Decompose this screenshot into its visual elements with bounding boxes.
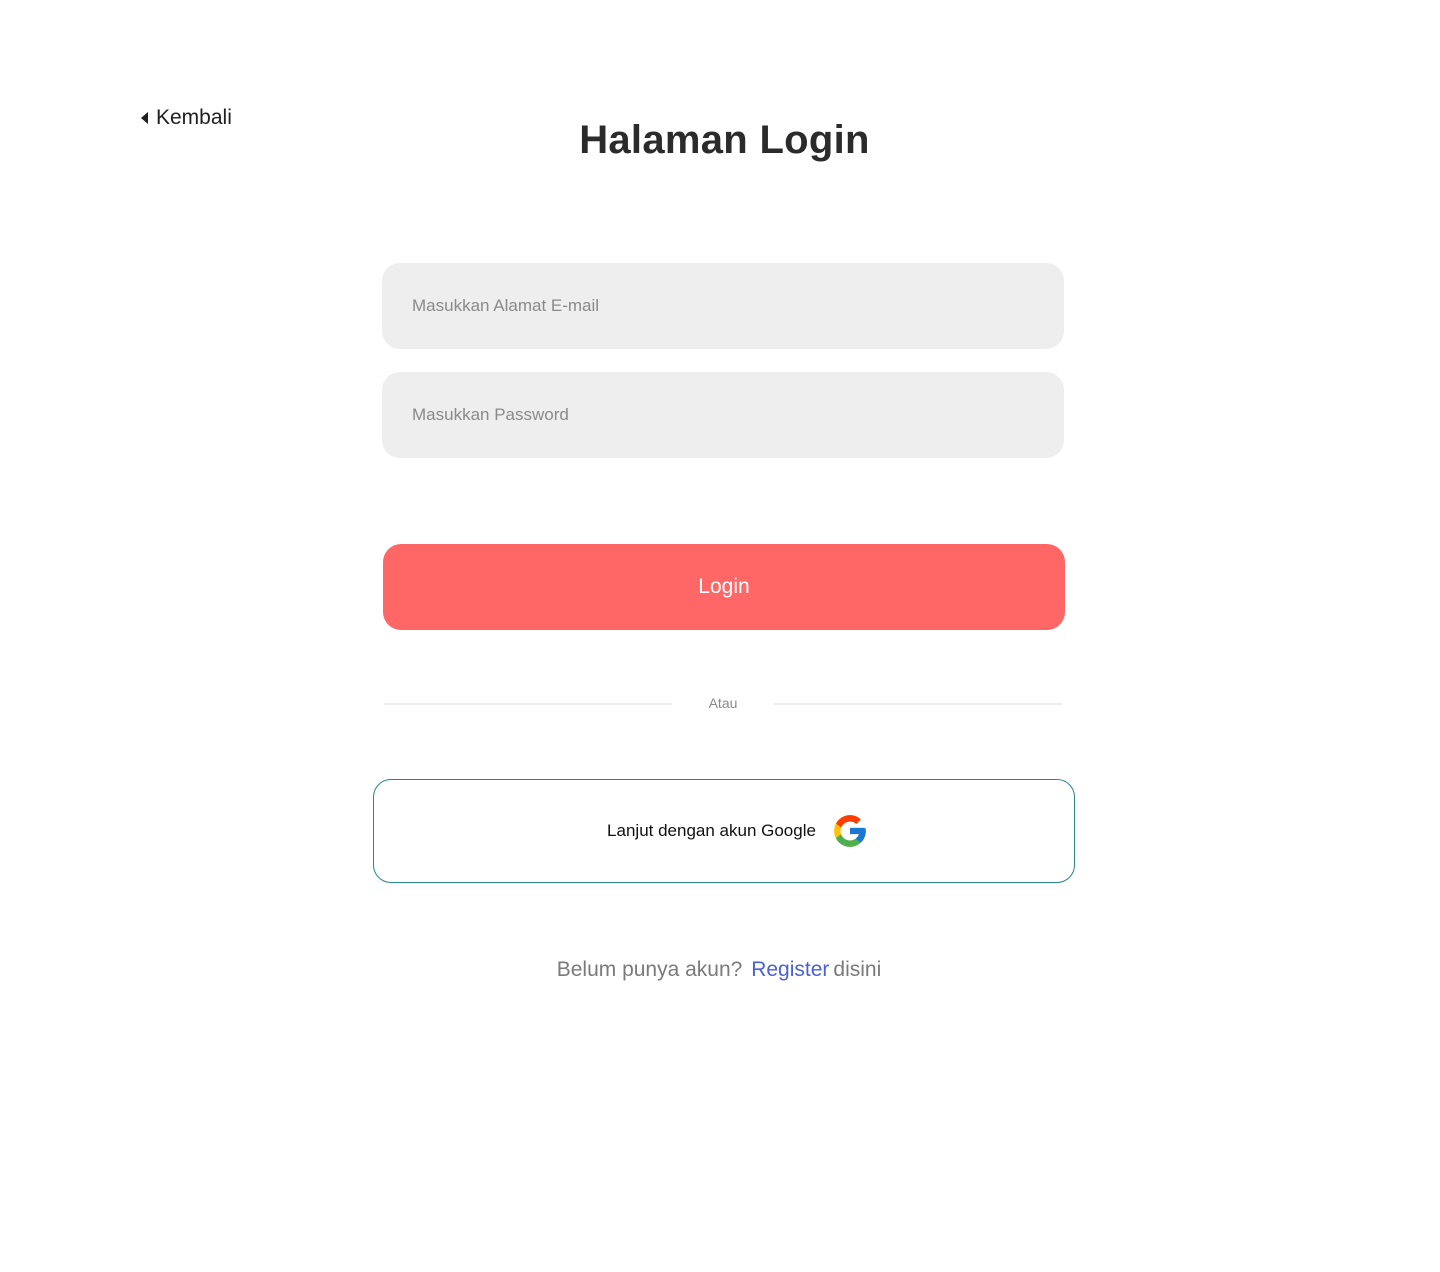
register-prompt-text: Belum punya akun?: [556, 958, 743, 981]
page-title: Halaman Login: [579, 118, 870, 162]
register-prompt: Belum punya akun? Register disini: [0, 958, 1438, 982]
login-button[interactable]: Login: [383, 544, 1065, 630]
register-link[interactable]: Register: [751, 958, 829, 981]
divider-line-right: [774, 703, 1062, 705]
password-input[interactable]: [382, 372, 1064, 458]
google-icon: [834, 815, 866, 847]
divider-line-left: [384, 703, 672, 705]
register-suffix: disini: [833, 958, 882, 981]
divider-label: Atau: [708, 695, 738, 711]
google-login-button[interactable]: Lanjut dengan akun Google: [373, 779, 1075, 883]
google-login-label: Lanjut dengan akun Google: [607, 821, 816, 840]
email-input[interactable]: [382, 263, 1064, 349]
